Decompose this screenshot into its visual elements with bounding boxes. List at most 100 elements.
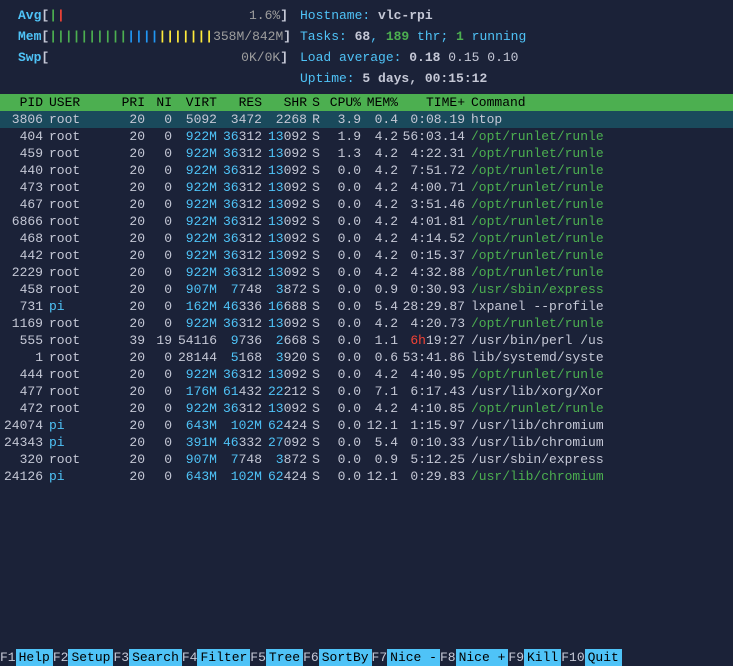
header-virt[interactable]: VIRT [176,95,221,110]
swp-label: Swp [18,50,41,65]
header-shr[interactable]: SHR [266,95,311,110]
fkey-f7[interactable]: F7 [372,649,388,666]
flabel-nice--[interactable]: Nice - [387,649,440,666]
fkey-f10[interactable]: F10 [561,649,584,666]
header-pri[interactable]: PRI [114,95,149,110]
flabel-help[interactable]: Help [16,649,53,666]
fkey-f9[interactable]: F9 [508,649,524,666]
process-row[interactable]: 24343pi200391M4633227092S0.05.40:10.33/u… [0,434,733,451]
process-row[interactable]: 6866root200922M3631213092S0.04.24:01.81/… [0,213,733,230]
cell-cpu: 0.0 [325,384,365,399]
cell-pid: 458 [0,282,47,297]
process-row[interactable]: 404root200922M3631213092S1.94.256:03.14/… [0,128,733,145]
cell-pri: 20 [114,384,149,399]
process-row[interactable]: 477root200176M6143222212S0.07.16:17.43/u… [0,383,733,400]
cell-ni: 0 [149,231,176,246]
fkey-f5[interactable]: F5 [250,649,266,666]
cell-ni: 0 [149,316,176,331]
cell-pri: 20 [114,299,149,314]
cell-pid: 459 [0,146,47,161]
process-row[interactable]: 2229root200922M3631213092S0.04.24:32.88/… [0,264,733,281]
header-mem[interactable]: MEM% [365,95,402,110]
cell-time: 0:10.33 [402,435,469,450]
flabel-sortby[interactable]: SortBy [319,649,372,666]
fkey-f4[interactable]: F4 [182,649,198,666]
process-row[interactable]: 3806root200509234722268R3.90.40:08.19hto… [0,111,733,128]
cell-user: root [47,231,114,246]
cell-shr: 62424 [266,469,311,484]
cell-shr: 3872 [266,452,311,467]
cell-pid: 477 [0,384,47,399]
flabel-setup[interactable]: Setup [68,649,113,666]
cell-pri: 20 [114,146,149,161]
header-cmd[interactable]: Command [469,95,733,110]
process-list[interactable]: 3806root200509234722268R3.90.40:08.19hto… [0,111,733,485]
process-row[interactable]: 467root200922M3631213092S0.04.23:51.46/o… [0,196,733,213]
cell-cpu: 0.0 [325,248,365,263]
process-row[interactable]: 458root200907M77483872S0.00.90:30.93/usr… [0,281,733,298]
cell-time: 28:29.87 [402,299,469,314]
cell-pri: 20 [114,367,149,382]
process-row[interactable]: 459root200922M3631213092S1.34.24:22.31/o… [0,145,733,162]
header-cpu[interactable]: CPU% [325,95,365,110]
header-pid[interactable]: PID [0,95,47,110]
fkey-f2[interactable]: F2 [53,649,69,666]
cell-shr: 13092 [266,231,311,246]
cell-mem: 4.2 [365,248,402,263]
cell-user: root [47,282,114,297]
cell-shr: 13092 [266,401,311,416]
process-row[interactable]: 24126pi200643M102M62424S0.012.10:29.83/u… [0,468,733,485]
cell-res: 46332 [221,435,266,450]
process-row[interactable]: 731pi200162M4633616688S0.05.428:29.87lxp… [0,298,733,315]
cell-command: lxpanel --profile [469,299,733,314]
cell-time: 4:10.85 [402,401,469,416]
process-row[interactable]: 555root39195411697362668S0.01.16h19:27/u… [0,332,733,349]
cell-pid: 440 [0,163,47,178]
process-row[interactable]: 468root200922M3631213092S0.04.24:14.52/o… [0,230,733,247]
header-res[interactable]: RES [221,95,266,110]
cell-cpu: 0.0 [325,418,365,433]
cell-time: 0:30.93 [402,282,469,297]
cell-res: 7748 [221,452,266,467]
header-s[interactable]: S [311,95,325,110]
flabel-filter[interactable]: Filter [197,649,250,666]
cell-mem: 4.2 [365,316,402,331]
flabel-nice-+[interactable]: Nice + [456,649,509,666]
cell-cpu: 0.0 [325,316,365,331]
cell-pid: 1169 [0,316,47,331]
process-row[interactable]: 440root200922M3631213092S0.04.27:51.72/o… [0,162,733,179]
header-user[interactable]: USER [47,95,114,110]
cell-pid: 24343 [0,435,47,450]
process-row[interactable]: 444root200922M3631213092S0.04.24:40.95/o… [0,366,733,383]
process-row[interactable]: 472root200922M3631213092S0.04.24:10.85/o… [0,400,733,417]
cell-virt: 54116 [176,333,221,348]
cell-cpu: 1.9 [325,129,365,144]
process-row[interactable]: 24074pi200643M102M62424S0.012.11:15.97/u… [0,417,733,434]
process-table-header[interactable]: PID USER PRI NI VIRT RES SHR S CPU% MEM%… [0,94,733,111]
fkey-f3[interactable]: F3 [113,649,129,666]
flabel-search[interactable]: Search [129,649,182,666]
fkey-f8[interactable]: F8 [440,649,456,666]
process-row[interactable]: 1169root200922M3631213092S0.04.24:20.73/… [0,315,733,332]
flabel-tree[interactable]: Tree [266,649,303,666]
flabel-kill[interactable]: Kill [524,649,561,666]
cell-state: S [311,469,325,484]
cell-mem: 4.2 [365,265,402,280]
cell-ni: 0 [149,367,176,382]
process-row[interactable]: 1root2002814451683920S0.00.653:41.86lib/… [0,349,733,366]
cell-pid: 320 [0,452,47,467]
cell-virt: 922M [176,180,221,195]
cell-shr: 13092 [266,129,311,144]
process-row[interactable]: 473root200922M3631213092S0.04.24:00.71/o… [0,179,733,196]
cell-command: htop [469,112,733,127]
fkey-f1[interactable]: F1 [0,649,16,666]
fkey-f6[interactable]: F6 [303,649,319,666]
cell-user: pi [47,435,114,450]
process-row[interactable]: 442root200922M3631213092S0.04.20:15.37/o… [0,247,733,264]
header-time[interactable]: TIME+ [402,95,469,110]
flabel-quit[interactable]: Quit [585,649,622,666]
header-ni[interactable]: NI [149,95,176,110]
process-row[interactable]: 320root200907M77483872S0.00.95:12.25/usr… [0,451,733,468]
cell-shr: 13092 [266,163,311,178]
cell-pid: 24126 [0,469,47,484]
